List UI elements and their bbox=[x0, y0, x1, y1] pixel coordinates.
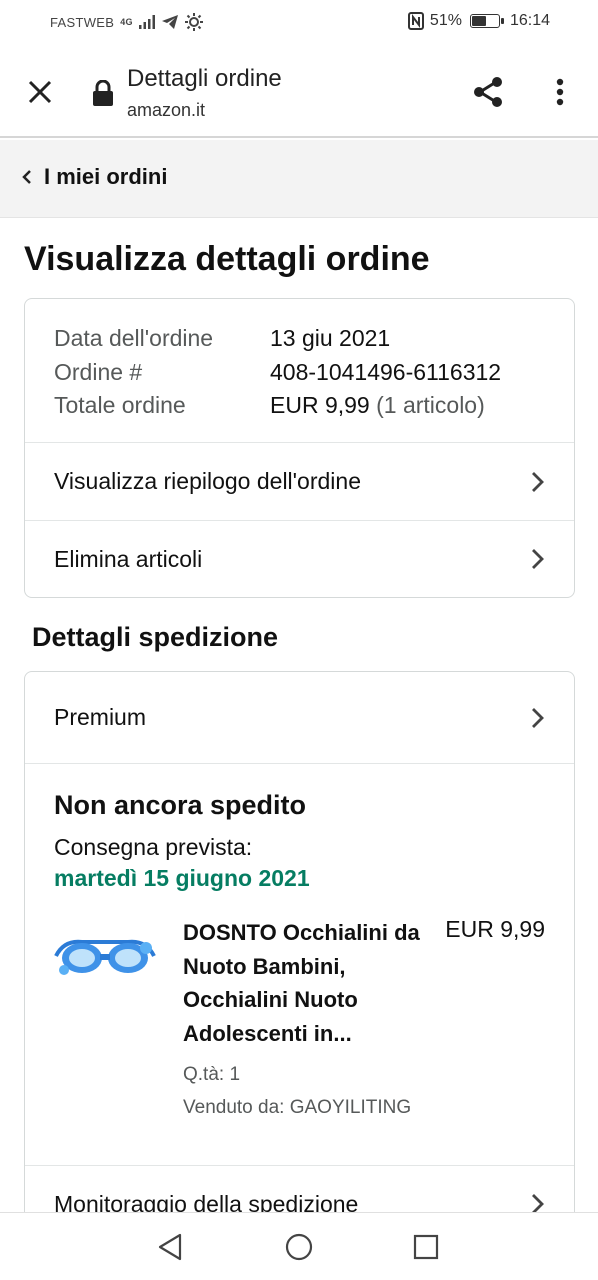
product-price: EUR 9,99 bbox=[445, 916, 545, 942]
battery-icon bbox=[469, 14, 504, 28]
recents-square-icon bbox=[413, 1234, 439, 1260]
order-total-label: Totale ordine bbox=[54, 392, 186, 418]
shipping-section-title: Dettagli spedizione bbox=[32, 622, 279, 652]
close-button[interactable] bbox=[20, 72, 60, 112]
delivery-label: Consegna prevista: bbox=[54, 834, 253, 860]
order-number-label: Ordine # bbox=[54, 358, 143, 385]
delete-items-label: Elimina articoli bbox=[54, 545, 203, 572]
order-number-value: 408-1041496-6116312 bbox=[270, 358, 502, 385]
network-type: 4G bbox=[120, 17, 133, 27]
close-icon bbox=[28, 80, 52, 104]
order-summary: Data dell'ordine 13 giu 2021 Ordine # 40… bbox=[25, 299, 574, 443]
shipment-details: Non ancora spedito Consegna prevista: ma… bbox=[25, 764, 574, 1132]
breadcrumb-band: I miei ordini bbox=[0, 140, 598, 218]
order-total-value: EUR 9,99 bbox=[270, 392, 370, 418]
battery-level bbox=[471, 16, 487, 26]
product-quantity: Q.tà: 1 bbox=[183, 1064, 241, 1085]
order-total-row: Totale ordine EUR 9,99 (1 articolo) bbox=[54, 389, 574, 423]
order-date-row: Data dell'ordine 13 giu 2021 bbox=[54, 322, 574, 356]
share-icon bbox=[474, 77, 502, 107]
order-item-count: (1 articolo) bbox=[376, 392, 485, 418]
more-vert-icon bbox=[556, 78, 564, 106]
page-title-bar: Dettagli ordine bbox=[127, 65, 282, 92]
status-bar: FASTWEB 4G 51% 16:14 bbox=[0, 0, 598, 46]
product-title-link[interactable]: DOSNTO Occhialini da Nuoto Bambini, Occh… bbox=[183, 916, 433, 1050]
chevron-right-icon bbox=[532, 549, 544, 569]
system-nav-bar bbox=[0, 1212, 598, 1280]
order-date-label: Data dell'ordine bbox=[54, 325, 214, 351]
back-triangle-icon bbox=[158, 1233, 182, 1261]
shipping-method-row[interactable]: Premium bbox=[25, 672, 574, 764]
view-order-summary-link[interactable]: Visualizza riepilogo dell'ordine bbox=[25, 443, 574, 520]
browser-toolbar: Dettagli ordine amazon.it bbox=[0, 46, 598, 138]
chevron-right-icon bbox=[532, 707, 544, 728]
order-item: DOSNTO Occhialini da Nuoto Bambini, Occh… bbox=[54, 892, 574, 1132]
battery-percent: 51% bbox=[429, 12, 462, 29]
home-circle-icon bbox=[285, 1233, 313, 1261]
carrier-name: FASTWEB bbox=[50, 14, 115, 30]
brightness-icon bbox=[184, 13, 203, 31]
nav-home-button[interactable] bbox=[281, 1229, 317, 1265]
clock: 16:14 bbox=[509, 12, 550, 29]
nfc-icon bbox=[407, 12, 424, 30]
share-button[interactable] bbox=[468, 72, 508, 112]
nav-recents-button[interactable] bbox=[408, 1229, 444, 1265]
product-image[interactable] bbox=[54, 926, 156, 986]
chevron-right-icon bbox=[532, 471, 544, 492]
telegram-icon bbox=[161, 15, 178, 29]
shipment-status: Non ancora spedito bbox=[54, 790, 307, 820]
order-date-value: 13 giu 2021 bbox=[270, 325, 391, 351]
product-seller: Venduto da: GAOYILITING bbox=[183, 1097, 412, 1118]
shipping-method-label: Premium bbox=[54, 704, 147, 730]
status-left: FASTWEB 4G bbox=[50, 13, 203, 31]
delete-items-link[interactable]: Elimina articoli bbox=[25, 520, 574, 597]
view-order-summary-label: Visualizza riepilogo dell'ordine bbox=[54, 468, 361, 494]
page-title: Visualizza dettagli ordine bbox=[24, 240, 430, 278]
chevron-left-icon bbox=[22, 170, 31, 184]
back-to-orders-link[interactable]: I miei ordini bbox=[22, 164, 167, 190]
order-summary-card: Data dell'ordine 13 giu 2021 Ordine # 40… bbox=[24, 298, 575, 598]
status-right: 51% 16:14 bbox=[407, 12, 550, 30]
shipment-card: Premium Non ancora spedito Consegna prev… bbox=[24, 671, 575, 1231]
delivery-date: martedì 15 giugno 2021 bbox=[54, 865, 310, 891]
nav-back-button[interactable] bbox=[152, 1229, 188, 1265]
order-number-row: Ordine # 408-1041496-6116312 bbox=[54, 356, 574, 390]
lock-icon[interactable] bbox=[92, 80, 114, 106]
breadcrumb-label: I miei ordini bbox=[44, 164, 168, 189]
signal-icon bbox=[138, 15, 155, 29]
more-options-button[interactable] bbox=[540, 72, 580, 112]
url-text[interactable]: amazon.it bbox=[127, 100, 205, 121]
